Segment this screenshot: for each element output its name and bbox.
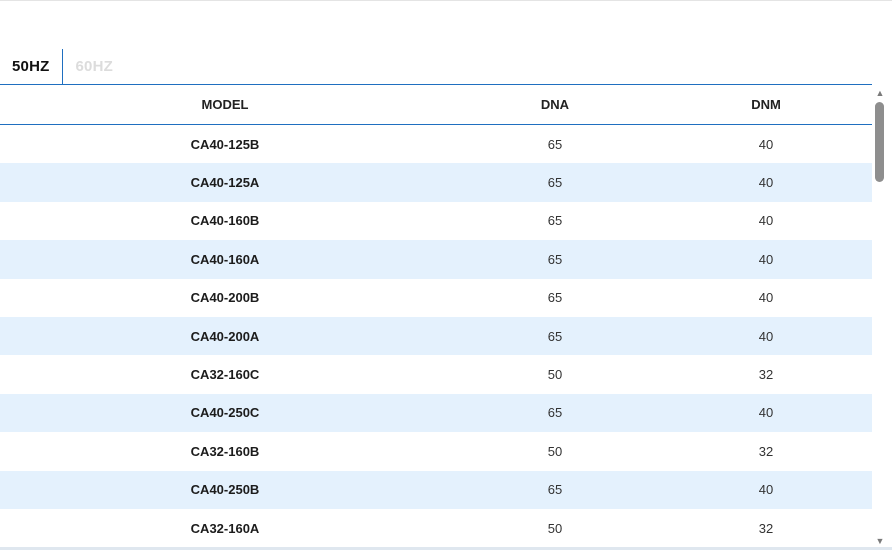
scrollbar-thumb[interactable] — [875, 102, 884, 182]
cell-dna: 65 — [547, 175, 563, 191]
triangle-up-icon[interactable]: ▲ — [875, 88, 885, 98]
table-row[interactable]: CA40-250B 65 40 — [0, 470, 872, 509]
table-row[interactable]: CA40-160B 65 40 — [0, 202, 872, 240]
column-header-dna[interactable]: DNA — [450, 97, 660, 112]
cell-model: CA40-160B — [190, 213, 260, 229]
frequency-tabs: 50HZ 60HZ — [0, 49, 126, 84]
table-row[interactable]: CA40-200A 65 40 — [0, 316, 872, 356]
tab-50hz[interactable]: 50HZ — [0, 49, 62, 84]
cell-model: CA40-125A — [190, 175, 260, 191]
cell-dnm: 40 — [758, 328, 774, 344]
cell-dna: 65 — [547, 290, 563, 306]
cell-dnm: 40 — [758, 175, 774, 191]
cell-dnm: 40 — [758, 213, 774, 229]
cell-dnm: 32 — [758, 443, 774, 459]
cell-model: CA40-125B — [190, 136, 260, 152]
column-header-model[interactable]: MODEL — [0, 97, 450, 112]
table-row[interactable]: CA40-200B 65 40 — [0, 279, 872, 317]
cell-model: CA32-160B — [190, 443, 260, 459]
cell-dnm: 40 — [758, 290, 774, 306]
cell-dnm: 40 — [758, 405, 774, 421]
table-row[interactable]: CA40-250C 65 40 — [0, 393, 872, 433]
table-row[interactable]: CA40-125B 65 40 — [0, 125, 872, 163]
top-divider — [0, 0, 892, 1]
cell-dna: 50 — [547, 367, 563, 383]
cell-dnm: 32 — [758, 367, 774, 383]
cell-dnm: 40 — [758, 251, 774, 267]
tab-60hz-label: 60HZ — [75, 58, 113, 75]
cell-dna: 65 — [547, 213, 563, 229]
table-row[interactable]: CA32-160A 50 32 — [0, 509, 872, 547]
cell-model: CA40-200B — [190, 290, 260, 306]
cell-dnm: 40 — [758, 482, 774, 498]
tab-50hz-label: 50HZ — [12, 58, 50, 75]
cell-dna: 65 — [547, 136, 563, 152]
cell-model: CA40-160A — [190, 251, 260, 267]
table-header: MODEL DNA DNM — [0, 85, 872, 125]
table-body: CA40-125B 65 40 CA40-125A 65 40 CA40-160… — [0, 125, 872, 547]
cell-dna: 50 — [547, 520, 563, 536]
cell-model: CA32-160A — [190, 520, 260, 536]
cell-dnm: 32 — [758, 520, 774, 536]
cell-model: CA40-250C — [190, 405, 260, 421]
table-row[interactable]: CA40-125A 65 40 — [0, 163, 872, 202]
table-row[interactable]: CA32-160C 50 32 — [0, 355, 872, 393]
models-table: MODEL DNA DNM CA40-125B 65 40 CA40-125A … — [0, 84, 872, 550]
table-row[interactable]: CA32-160B 50 32 — [0, 432, 872, 470]
cell-dna: 65 — [547, 251, 563, 267]
cell-dna: 65 — [547, 482, 563, 498]
table-row[interactable]: CA40-160A 65 40 — [0, 240, 872, 279]
tab-60hz[interactable]: 60HZ — [63, 49, 125, 84]
cell-model: CA40-200A — [190, 328, 260, 344]
cell-model: CA32-160C — [190, 367, 260, 383]
cell-model: CA40-250B — [190, 482, 260, 498]
column-header-dnm[interactable]: DNM — [660, 97, 872, 112]
cell-dna: 65 — [547, 405, 563, 421]
cell-dna: 65 — [547, 328, 563, 344]
table-scrollbar[interactable]: ▲ ▼ — [872, 86, 888, 548]
cell-dnm: 40 — [758, 136, 774, 152]
triangle-down-icon[interactable]: ▼ — [875, 536, 885, 546]
cell-dna: 50 — [547, 443, 563, 459]
